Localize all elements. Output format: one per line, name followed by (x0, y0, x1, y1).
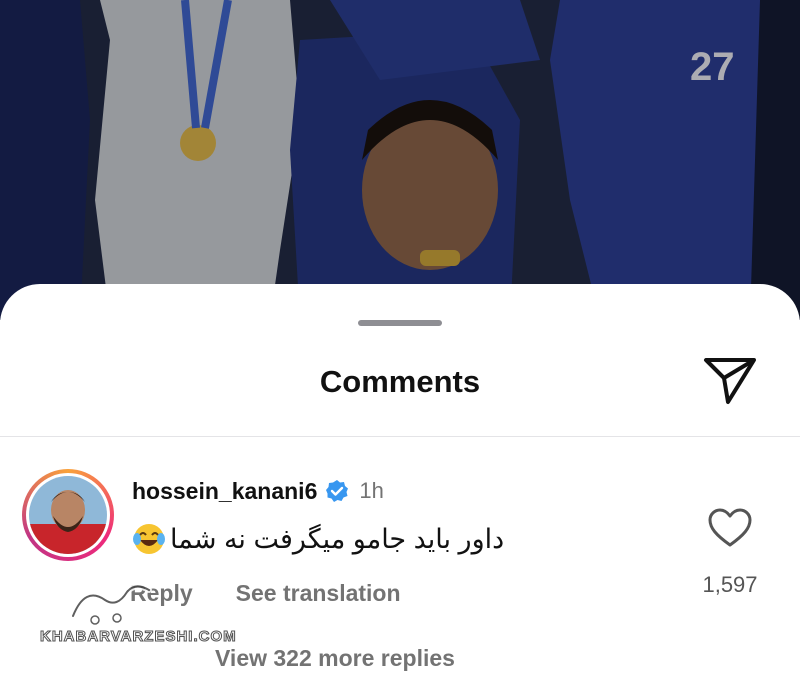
sheet-drag-handle[interactable] (358, 320, 442, 326)
avatar[interactable] (29, 476, 107, 554)
post-photo-background: 27 (0, 0, 800, 320)
comments-sheet: Comments hossein_kanani6 1h داور باید جا… (0, 284, 800, 685)
site-watermark: KHABARVARZESHI.COM (40, 576, 268, 656)
comment-text: داور باید جامو میگرفت نه شما (170, 523, 505, 554)
site-logo-icon (70, 583, 152, 625)
comments-title: Comments (319, 364, 481, 399)
watermark-text: KHABARVARZESHI.COM (40, 628, 237, 646)
share-icon[interactable] (700, 350, 760, 410)
comment-header: hossein_kanani6 1h (132, 476, 384, 506)
like-count: 1,597 (702, 572, 758, 597)
verified-badge-icon (325, 479, 349, 503)
tears-of-joy-emoji-icon (132, 522, 166, 556)
heart-like-icon[interactable] (708, 508, 752, 548)
header-divider (0, 436, 800, 437)
comment-timestamp: 1h (359, 478, 384, 503)
avatar-story-ring[interactable] (22, 469, 114, 561)
comment-username[interactable]: hossein_kanani6 (132, 478, 317, 505)
comment-body: داور باید جامو میگرفت نه شما (132, 521, 504, 557)
